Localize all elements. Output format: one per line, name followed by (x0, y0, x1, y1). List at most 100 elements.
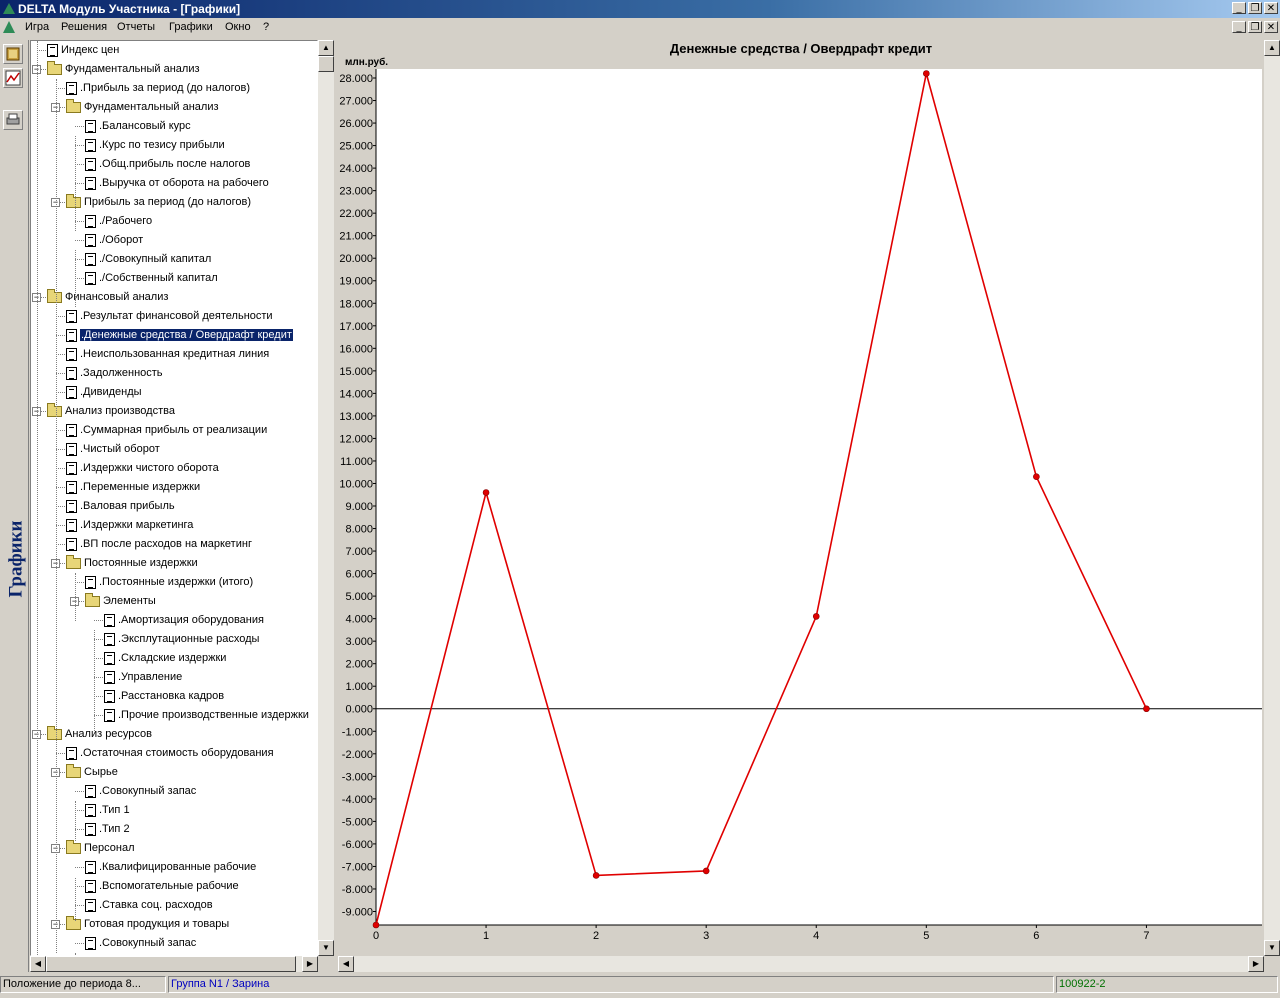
child-minimize-button[interactable]: _ (1232, 21, 1246, 33)
chart-scroll-up-button[interactable]: ▲ (1264, 40, 1280, 56)
tree-vertical-scrollbar[interactable]: ▲ ▼ (318, 40, 334, 956)
tree-item[interactable]: .Постоянные издержки (итого) (85, 573, 253, 592)
tree-item[interactable]: .Валовая прибыль (66, 497, 175, 516)
tree-folder[interactable]: Фундаментальный анализ (47, 60, 200, 79)
tree-item[interactable]: .Денежные средства / Овердрафт кредит (66, 326, 294, 345)
chart-scroll-down-button[interactable]: ▼ (1264, 940, 1280, 956)
folder-icon (66, 839, 81, 854)
tree-scroll-left-button[interactable]: ◀ (30, 956, 46, 972)
menu-game[interactable]: Игра (25, 21, 49, 33)
y-tick-label: 22.000 (339, 208, 373, 220)
tree-folder[interactable]: Фундаментальный анализ (66, 98, 219, 117)
tree-scroll-down-button[interactable]: ▼ (318, 940, 334, 956)
mdi-child-icon[interactable] (3, 21, 15, 33)
y-tick-label: -7.000 (342, 861, 373, 873)
tree-item[interactable]: .Чистый оборот (66, 440, 160, 459)
tree-item-label: .Выручка от оборота на рабочего (99, 177, 269, 189)
tree-scroll-right-button[interactable]: ▶ (302, 956, 318, 972)
child-close-button[interactable]: ✕ (1264, 21, 1278, 33)
tree-folder[interactable]: Постоянные издержки (66, 554, 198, 573)
tree-hscroll-thumb[interactable] (46, 956, 296, 972)
tree-item[interactable]: .Дивиденды (66, 383, 142, 402)
chart-horizontal-scrollbar[interactable]: ◀ ▶ (338, 956, 1264, 972)
tree-item[interactable]: ./Рабочего (85, 212, 152, 231)
tree-item[interactable]: ./Совокупный капитал (85, 250, 211, 269)
tree-folder[interactable]: Готовая продукция и товары (66, 915, 229, 934)
menu-reports[interactable]: Отчеты (117, 21, 155, 33)
tree-folder[interactable]: Сырье (66, 763, 118, 782)
printer-icon[interactable] (3, 110, 23, 130)
tree-item[interactable]: .Издержки чистого оборота (66, 459, 219, 478)
chart-scroll-right-button[interactable]: ▶ (1248, 956, 1264, 972)
status-period: Положение до периода 8... (0, 976, 166, 993)
tree-scroll-thumb[interactable] (318, 56, 334, 72)
tree-item[interactable]: .Балансовый курс (85, 117, 191, 136)
tree-item[interactable]: .Тип 2 (85, 820, 130, 839)
child-restore-button[interactable]: ❐ (1248, 21, 1262, 33)
tree-item[interactable]: .ВП после расходов на маркетинг (66, 535, 252, 554)
close-button[interactable]: ✕ (1264, 2, 1278, 14)
tree-item[interactable]: .Амортизация оборудования (104, 611, 264, 630)
tree-scroll-up-button[interactable]: ▲ (318, 40, 334, 56)
tree-item-label: .Балансовый курс (99, 120, 191, 132)
tree-item-label: Сырье (84, 766, 118, 778)
tree-item[interactable]: .Результат финансовой деятельности (66, 307, 273, 326)
tree-item[interactable]: .Издержки маркетинга (66, 516, 193, 535)
chart-scroll-left-button[interactable]: ◀ (338, 956, 354, 972)
book-icon[interactable] (3, 44, 23, 64)
tree-item[interactable]: .Задолженность (66, 364, 163, 383)
tree-item[interactable]: .Эксплутационные расходы (104, 630, 259, 649)
menu-help[interactable]: ? (263, 21, 269, 33)
tree-item[interactable]: .Курс по тезису прибыли (85, 136, 225, 155)
tree-folder[interactable]: Анализ ресурсов (47, 725, 152, 744)
tree-folder[interactable]: Финансовый анализ (47, 288, 168, 307)
chart-vertical-scrollbar[interactable]: ▲ ▼ (1264, 40, 1280, 956)
y-tick-label: -3.000 (342, 771, 373, 783)
tree-folder[interactable]: Элементы (85, 592, 156, 611)
chart-icon[interactable] (3, 68, 23, 88)
menu-decisions[interactable]: Решения (61, 21, 107, 33)
tree-folder[interactable]: Анализ производства (47, 402, 175, 421)
y-tick-label: 23.000 (339, 186, 373, 198)
document-icon (66, 309, 77, 323)
tree-item[interactable]: .Совокупный запас (85, 934, 196, 953)
tree-item[interactable]: .Тип 1 (85, 801, 130, 820)
tree-folder[interactable]: Персонал (66, 839, 135, 858)
tree-item[interactable]: .Прибыль за период (до налогов) (66, 79, 250, 98)
tree-item[interactable]: ./Оборот (85, 231, 143, 250)
tree-horizontal-scrollbar[interactable]: ◀ ▶ (30, 956, 318, 972)
tree-item-label: Прибыль за период (до налогов) (84, 196, 251, 208)
menu-charts[interactable]: Графики (169, 21, 213, 33)
tree-item[interactable]: .Суммарная прибыль от реализации (66, 421, 267, 440)
charts-tree[interactable]: Индекс цен Фундаментальный анализ − .Прибыл… (30, 40, 318, 956)
tree-item[interactable]: .Расстановка кадров (104, 687, 224, 706)
y-tick-label: 18.000 (339, 298, 373, 310)
tree-item[interactable]: .Ставка соц. расходов (85, 896, 213, 915)
y-tick-label: 3.000 (345, 636, 373, 648)
y-tick-label: 6.000 (345, 569, 373, 581)
tree-item[interactable]: .Совокупный запас (85, 782, 196, 801)
folder-icon (66, 193, 81, 208)
tree-item[interactable]: .Прочие производственные издержки (104, 706, 309, 725)
tree-item[interactable]: .Выручка от оборота на рабочего (85, 174, 269, 193)
chart-panel: Денежные средства / Овердрафт кредит млн… (338, 40, 1264, 956)
tree-item[interactable]: .Переменные издержки (66, 478, 200, 497)
tree-item[interactable]: .Неиспользованная кредитная линия (66, 345, 269, 364)
tree-item-label: .Ставка соц. расходов (99, 899, 213, 911)
tree-folder[interactable]: Прибыль за период (до налогов) (66, 193, 251, 212)
tree-item[interactable]: .Остаточная стоимость оборудования (66, 744, 274, 763)
tree-item-label: Элементы (103, 595, 156, 607)
tree-item[interactable]: ./Собственный капитал (85, 269, 218, 288)
tree-item[interactable]: Индекс цен (47, 41, 119, 60)
tree-item-label: ./Собственный капитал (99, 272, 218, 284)
tree-item[interactable]: .Вспомогательные рабочие (85, 877, 239, 896)
restore-button[interactable]: ❐ (1248, 2, 1262, 14)
document-icon (104, 632, 115, 646)
tree-item[interactable]: .Складские издержки (104, 649, 226, 668)
tree-item[interactable]: .Общ.прибыль после налогов (85, 155, 250, 174)
tree-item-label: .Денежные средства / Овердрафт кредит (79, 328, 294, 342)
tree-item[interactable]: .Управление (104, 668, 182, 687)
minimize-button[interactable]: _ (1232, 2, 1246, 14)
menu-window[interactable]: Окно (225, 21, 251, 33)
tree-item[interactable]: .Квалифицированные рабочие (85, 858, 256, 877)
